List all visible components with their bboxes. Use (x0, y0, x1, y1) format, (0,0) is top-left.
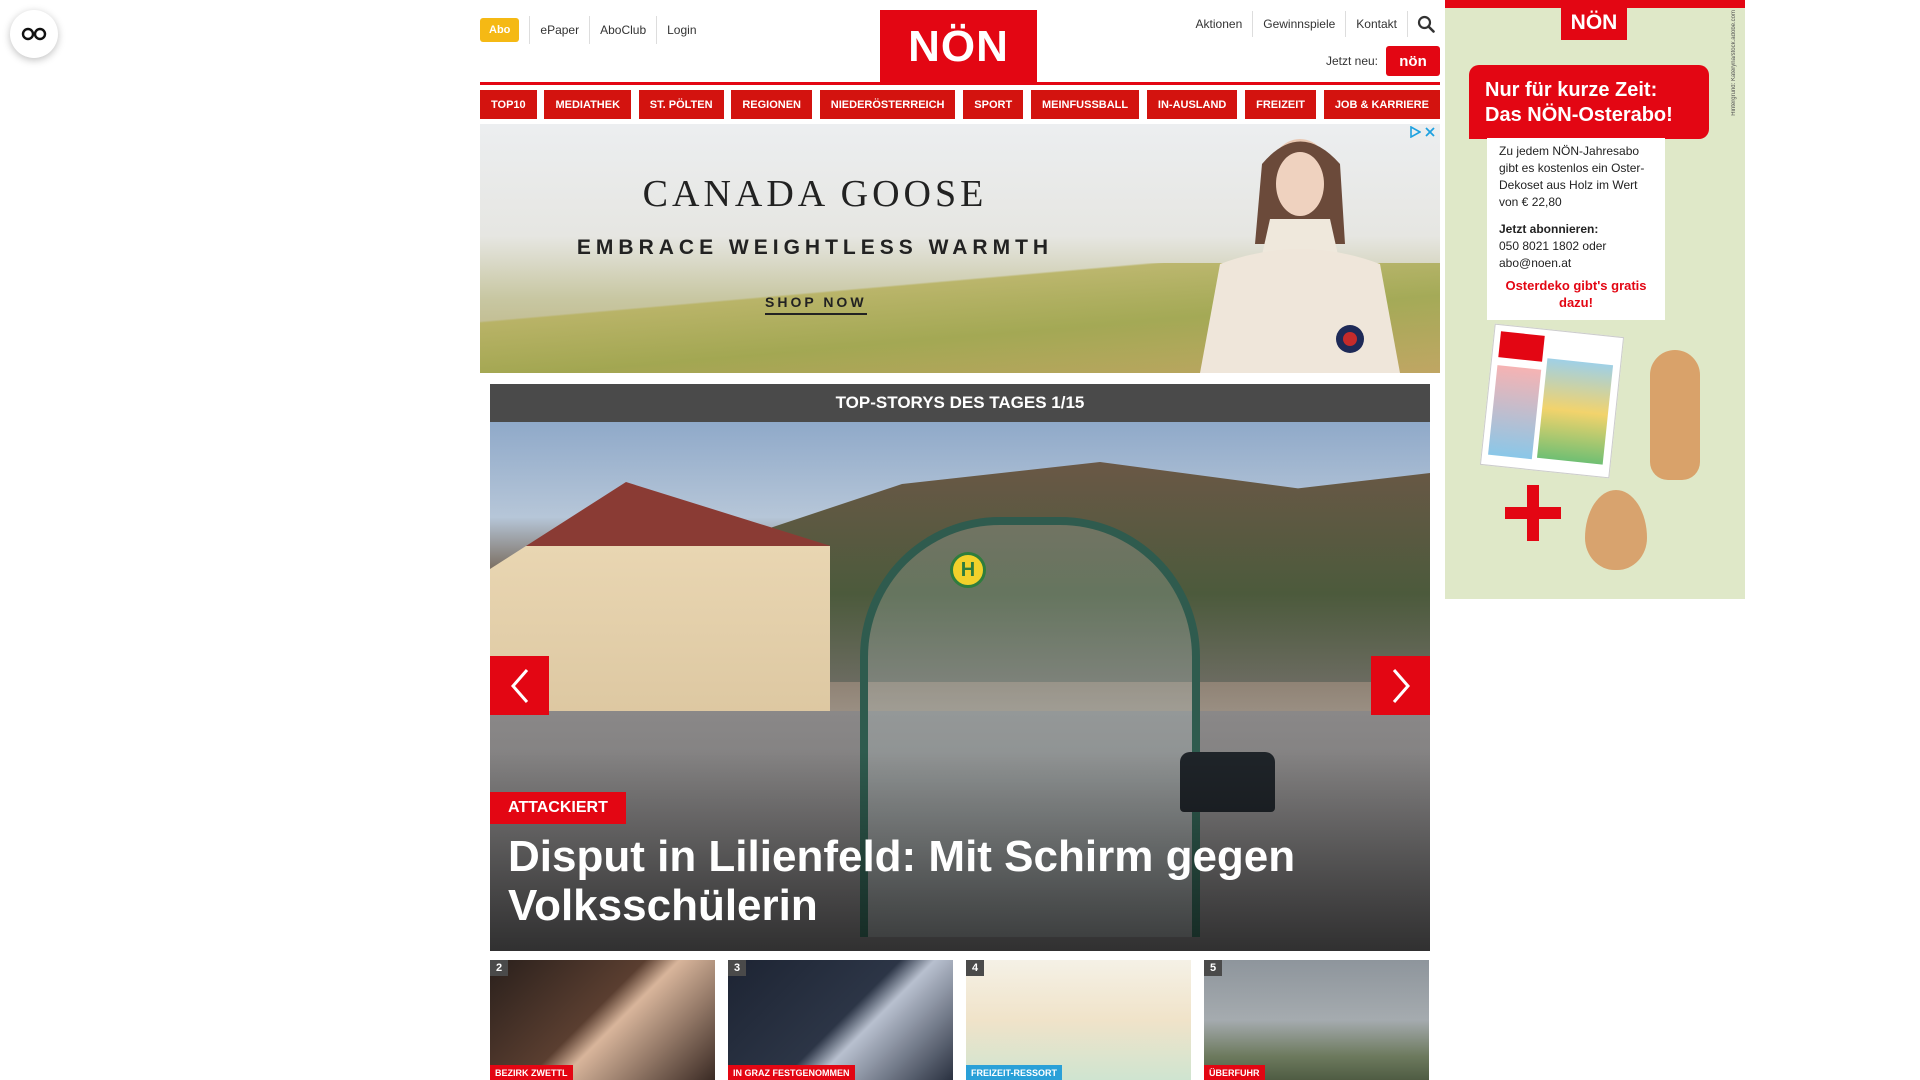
bus-stop-sign-icon: H (950, 552, 986, 588)
story-thumb[interactable]: 2 BEZIRK ZWETTL (490, 960, 715, 1080)
glasses-icon (21, 27, 47, 41)
cat-top10[interactable]: TOP10 (480, 90, 537, 119)
login-link[interactable]: Login (656, 16, 706, 44)
sidebar-ad-info-text: Zu jedem NÖN-Jahresabo gibt es kostenlos… (1499, 144, 1645, 209)
epaper-link[interactable]: ePaper (529, 16, 589, 44)
gewinnspiele-link[interactable]: Gewinnspiele (1253, 11, 1347, 37)
adchoices-icon[interactable] (1409, 126, 1421, 138)
story-thumb[interactable]: 5 ÜBERFUHR (1204, 960, 1429, 1080)
top-stories-heading: TOP-STORYS DES TAGES 1/15 (490, 384, 1430, 422)
story-headline[interactable]: Disput in Lilienfeld: Mit Schirm gegen V… (508, 832, 1388, 930)
category-nav: TOP10 MEDIATHEK ST. PÖLTEN REGIONEN NIED… (480, 90, 1440, 119)
slider-next-button[interactable] (1371, 656, 1430, 715)
chevron-left-icon (510, 668, 528, 703)
thumb-label: BEZIRK ZWETTL (490, 1065, 573, 1080)
top-nav: Abo ePaper AboClub Login (480, 14, 707, 46)
search-icon[interactable] (1412, 10, 1440, 38)
kids-noen-logo[interactable]: nön (1386, 46, 1440, 76)
cat-job-karriere[interactable]: JOB & KARRIERE (1323, 90, 1440, 119)
kontakt-link[interactable]: Kontakt (1346, 11, 1408, 37)
thumb-label: FREIZEIT-RESSORT (966, 1065, 1063, 1080)
aboclub-link[interactable]: AboClub (589, 16, 656, 44)
banner-brand: CANADA GOOSE (642, 173, 988, 215)
close-ad-icon[interactable] (1424, 126, 1436, 138)
banner-model-image (1200, 139, 1400, 373)
newspaper-logo-block (1498, 331, 1545, 362)
sidebar-ad-gift: Osterdeko gibt's gratis dazu! (1505, 278, 1647, 310)
newspaper-cover-right (1536, 358, 1614, 465)
sidebar-ad-logo: NÖN (1561, 6, 1627, 40)
sidebar-ad[interactable]: NÖN Hintergrund: Kateryna/stock.adobe.co… (1445, 0, 1745, 599)
cat-sport[interactable]: SPORT (963, 90, 1024, 119)
top-stories: TOP-STORYS DES TAGES 1/15 H ATTACKIERT D… (490, 384, 1430, 951)
sidebar-ad-cta-title: Jetzt abonnieren: (1499, 222, 1599, 236)
story-thumbnails: 2 BEZIRK ZWETTL 3 IN GRAZ FESTGENOMMEN 4… (490, 960, 1430, 1080)
cat-niederoesterreich[interactable]: NIEDERÖSTERREICH (819, 90, 956, 119)
jetzt-neu: Jetzt neu: nön (1326, 46, 1440, 76)
shop-now-link[interactable]: SHOP NOW (765, 294, 867, 315)
wooden-bunny-image (1650, 350, 1700, 480)
cat-in-ausland[interactable]: IN-AUSLAND (1146, 90, 1238, 119)
hero-story[interactable]: H ATTACKIERT Disput in Lilienfeld: Mit S… (490, 422, 1430, 951)
cat-freizeit[interactable]: FREIZEIT (1245, 90, 1317, 119)
story-thumb[interactable]: 3 IN GRAZ FESTGENOMMEN (728, 960, 953, 1080)
thumb-number: 3 (728, 960, 747, 976)
cat-meinfussball[interactable]: MEINFUSSBALL (1030, 90, 1140, 119)
thumb-number: 4 (966, 960, 985, 976)
thumb-label: ÜBERFUHR (1204, 1065, 1265, 1080)
accessibility-button[interactable] (10, 10, 58, 58)
cat-st-poelten[interactable]: ST. PÖLTEN (638, 90, 724, 119)
slider-prev-button[interactable] (490, 656, 549, 715)
thumb-number: 5 (1204, 960, 1223, 976)
banner-tagline: EMBRACE WEIGHTLESS WARMTH (576, 236, 1054, 259)
cat-regionen[interactable]: REGIONEN (731, 90, 813, 119)
aktionen-link[interactable]: Aktionen (1186, 11, 1254, 37)
header-divider (480, 82, 1440, 85)
wooden-egg-image (1585, 490, 1647, 570)
site-logo[interactable]: NÖN (880, 10, 1037, 84)
thumb-number: 2 (490, 960, 509, 976)
ad-choices[interactable] (1409, 126, 1436, 138)
story-kicker: ATTACKIERT (490, 792, 626, 824)
utility-nav: Aktionen Gewinnspiele Kontakt (1186, 10, 1440, 38)
jetzt-neu-label: Jetzt neu: (1325, 54, 1378, 68)
sidebar-ad-credit: Hintergrund: Kateryna/stock.adobe.com (1731, 10, 1737, 116)
abo-button[interactable]: Abo (480, 18, 520, 42)
page-column: Abo ePaper AboClub Login NÖN Aktionen Ge… (480, 0, 1440, 1080)
kids-noen-text: nön (1399, 52, 1427, 70)
sidebar-ad-contact: 050 8021 1802 oder abo@noen.at (1499, 239, 1607, 270)
chevron-right-icon (1392, 668, 1410, 703)
sidebar-ad-promo: Nur für kurze Zeit: Das NÖN-Osterabo! (1469, 65, 1709, 139)
plus-icon (1505, 485, 1561, 541)
newspaper-cover-left (1488, 365, 1542, 460)
story-thumb[interactable]: 4 FREIZEIT-RESSORT (966, 960, 1191, 1080)
banner-ad[interactable]: CANADA GOOSE EMBRACE WEIGHTLESS WARMTH S… (480, 124, 1440, 373)
newspaper-image (1479, 323, 1625, 479)
thumb-label: IN GRAZ FESTGENOMMEN (728, 1065, 855, 1080)
cat-mediathek[interactable]: MEDIATHEK (544, 90, 632, 119)
